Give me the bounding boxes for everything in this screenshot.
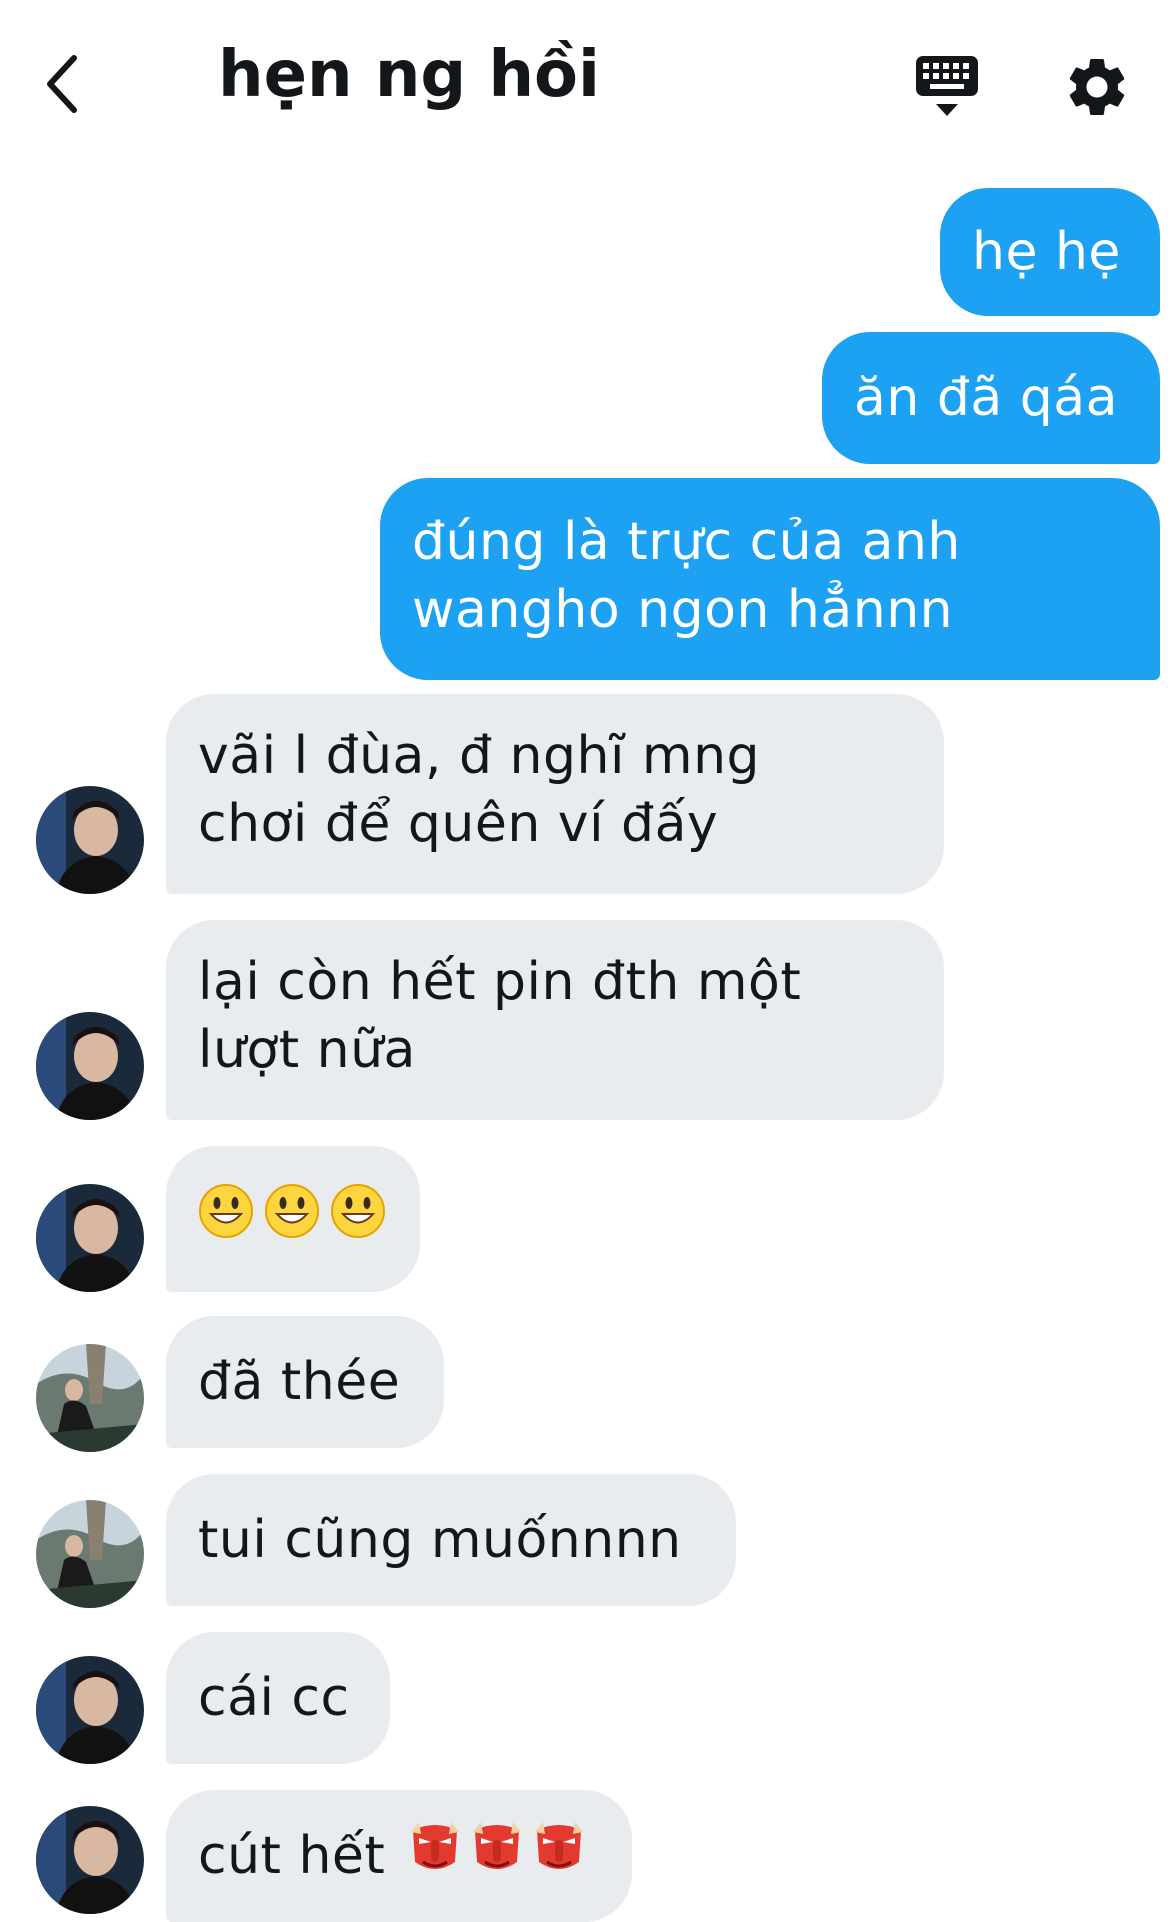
avatar[interactable] (36, 1012, 144, 1120)
message-text-line: đúng là trực của anh (412, 512, 961, 572)
message-text: cái cc (198, 1668, 350, 1728)
received-message[interactable]: đã thée (166, 1316, 444, 1448)
back-button[interactable] (38, 44, 98, 124)
avatar-photo (36, 1344, 144, 1452)
received-message[interactable]: vãi l đùa, đ nghĩ mng chơi để quên ví đấ… (166, 694, 944, 894)
message-text-line: chơi để quên ví đấy (198, 794, 719, 854)
message-text: ăn đã qáa (854, 368, 1118, 428)
received-message[interactable]: lại còn hết pin đth một lượt nữa (166, 920, 944, 1120)
avatar[interactable] (36, 1806, 144, 1914)
message-text: cút hết (198, 1826, 386, 1886)
avatar[interactable] (36, 1344, 144, 1452)
avatar[interactable] (36, 1184, 144, 1292)
avatar-photo (36, 1184, 144, 1292)
received-message[interactable] (166, 1146, 420, 1292)
sent-message[interactable]: đúng là trực của anh wangho ngon hẳnnn (380, 478, 1160, 680)
received-message[interactable]: tui cũng muốnnnn (166, 1474, 736, 1606)
grinning-face-emoji (198, 1181, 394, 1258)
sent-message[interactable]: hẹ hẹ (940, 188, 1160, 316)
message-text: tui cũng muốnnnn (198, 1510, 682, 1570)
avatar[interactable] (36, 786, 144, 894)
message-text-line: lượt nữa (198, 1020, 416, 1080)
avatar-photo (36, 1012, 144, 1120)
avatar[interactable] (36, 1500, 144, 1608)
settings-button[interactable] (1062, 52, 1132, 122)
keyboard-icon (916, 56, 978, 116)
conversation-title[interactable]: hẹn ng hồi (218, 38, 600, 112)
message-text-line: lại còn hết pin đth một (198, 952, 802, 1012)
received-message[interactable]: cái cc (166, 1632, 390, 1764)
keyboard-button[interactable] (912, 52, 982, 122)
avatar-photo (36, 1656, 144, 1764)
chevron-left-icon (47, 55, 77, 113)
message-text: đã thée (198, 1352, 401, 1412)
message-text: hẹ hẹ (972, 222, 1121, 282)
sent-message[interactable]: ăn đã qáa (822, 332, 1160, 464)
message-text-line: vãi l đùa, đ nghĩ mng (198, 726, 761, 786)
avatar-photo (36, 1500, 144, 1608)
received-message[interactable]: cút hết (166, 1790, 632, 1922)
avatar-photo (36, 1806, 144, 1914)
avatar[interactable] (36, 1656, 144, 1764)
goblin-mask-emoji (407, 1818, 589, 1895)
avatar-photo (36, 786, 144, 894)
message-text-line: wangho ngon hẳnnn (412, 580, 954, 640)
gear-icon (1069, 59, 1125, 115)
conversation-header: hẹn ng hồi (0, 0, 1170, 170)
